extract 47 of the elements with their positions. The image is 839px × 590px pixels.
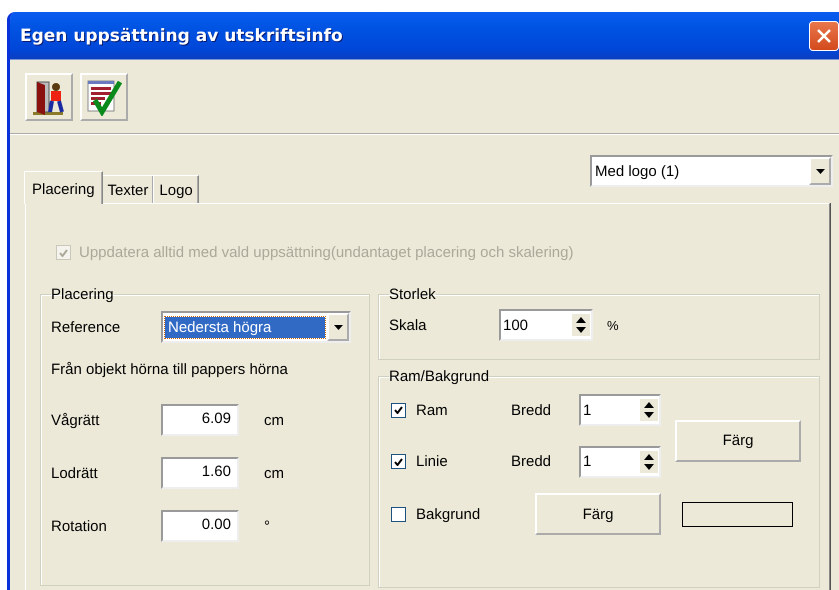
number-field[interactable]: 0.00 [161,510,239,542]
spin-field[interactable]: 1 [579,446,661,478]
close-icon [815,26,833,44]
number-field[interactable]: 1.60 [161,457,239,489]
spin-arrows-icon [640,399,658,421]
close-button[interactable] [809,20,839,50]
field-label: Rotation [51,518,108,534]
color-button[interactable]: Färg [535,493,661,535]
setup-dropdown[interactable]: Med logo (1) [590,155,833,187]
apply-button[interactable] [80,73,128,121]
check-icon [394,458,403,466]
group-title: Ram/Bakgrund [389,368,490,385]
spin-arrows-icon [640,450,658,472]
reference-dropdown[interactable]: Nedersta högra [161,311,351,343]
checklist-icon [85,78,123,116]
field-label: Bredd [511,453,552,470]
unit-label: ° [264,518,270,534]
tab[interactable]: Texter [102,175,154,203]
check-icon [59,248,68,256]
unit-label: cm [264,464,284,482]
tab[interactable]: Placering [24,171,103,204]
hint-text: Från objekt hörna till pappers hörna [51,361,289,378]
checkbox[interactable] [391,454,406,469]
group-title: Placering [51,286,114,303]
tab[interactable]: Logo [153,175,199,203]
checkbox-label: Uppdatera alltid med vald uppsättning(undantaget placering och skalering) [79,244,574,261]
spin-arrows-icon [572,314,590,336]
unit-label: % [607,318,619,332]
window-title: Egen uppsättning av utskriftsinfo [20,26,343,46]
field-label: Vågrätt [51,412,100,428]
color-button[interactable]: Färg [675,420,801,462]
exit-button[interactable] [25,73,73,121]
check-icon [394,406,403,414]
field-label: Reference [51,318,122,336]
field-label: Bredd [511,402,552,418]
field-label: Lodrätt [51,464,99,482]
checkbox-label: Bakgrund [416,506,480,522]
checkbox[interactable] [391,506,406,522]
field-label: Skala [389,316,428,334]
checkbox[interactable] [391,402,406,418]
group-title: Storlek [389,286,436,303]
number-field[interactable]: 6.09 [161,404,239,436]
checkbox-label: Ram [416,402,448,418]
checkbox-label: Linie [416,453,448,470]
spin-field[interactable]: 100 [499,309,593,341]
spin-field[interactable]: 1 [579,394,661,426]
unit-label: cm [264,412,284,428]
